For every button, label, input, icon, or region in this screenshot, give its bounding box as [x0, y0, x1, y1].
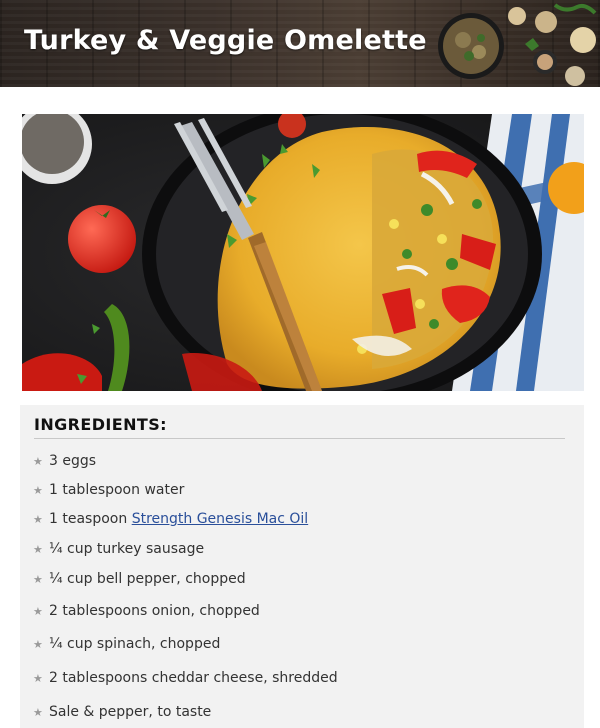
- list-item: ★ Sale & pepper, to taste: [33, 704, 212, 720]
- list-item: ★ 3 eggs: [33, 453, 97, 469]
- hero-photo: [22, 114, 584, 391]
- star-icon: ★: [33, 706, 43, 719]
- list-item: ★ 2 tablespoons cheddar cheese, shredded: [33, 670, 338, 686]
- star-icon: ★: [33, 605, 43, 618]
- list-item: ★ ¼ cup turkey sausage: [33, 541, 205, 557]
- star-icon: ★: [33, 638, 43, 651]
- omelette-photo: [22, 114, 584, 391]
- star-icon: ★: [33, 484, 43, 497]
- list-item: ★ ¼ cup spinach, chopped: [33, 636, 221, 652]
- list-item: ★ 1 tablespoon water: [33, 482, 185, 498]
- ingredients-card: INGREDIENTS: ★ 3 eggs ★ 1 tablespoon water…: [20, 405, 584, 728]
- header-banner: Turkey & Veggie Omelette: [0, 0, 600, 87]
- star-icon: ★: [33, 455, 43, 468]
- list-item: ★ 2 tablespoons onion, chopped: [33, 603, 260, 619]
- star-icon: ★: [33, 543, 43, 556]
- divider: [34, 438, 565, 439]
- star-icon: ★: [33, 672, 43, 685]
- product-link[interactable]: Strength Genesis Mac Oil: [132, 511, 309, 527]
- list-item: ★ ¼ cup bell pepper, chopped: [33, 571, 246, 587]
- ingredients-heading: INGREDIENTS:: [34, 415, 167, 434]
- star-icon: ★: [33, 513, 43, 526]
- list-item: ★ 1 teaspoon Strength Genesis Mac Oil: [33, 511, 309, 527]
- banner-food-decoration: [438, 3, 597, 86]
- page-title: Turkey & Veggie Omelette: [24, 25, 427, 56]
- star-icon: ★: [33, 573, 43, 586]
